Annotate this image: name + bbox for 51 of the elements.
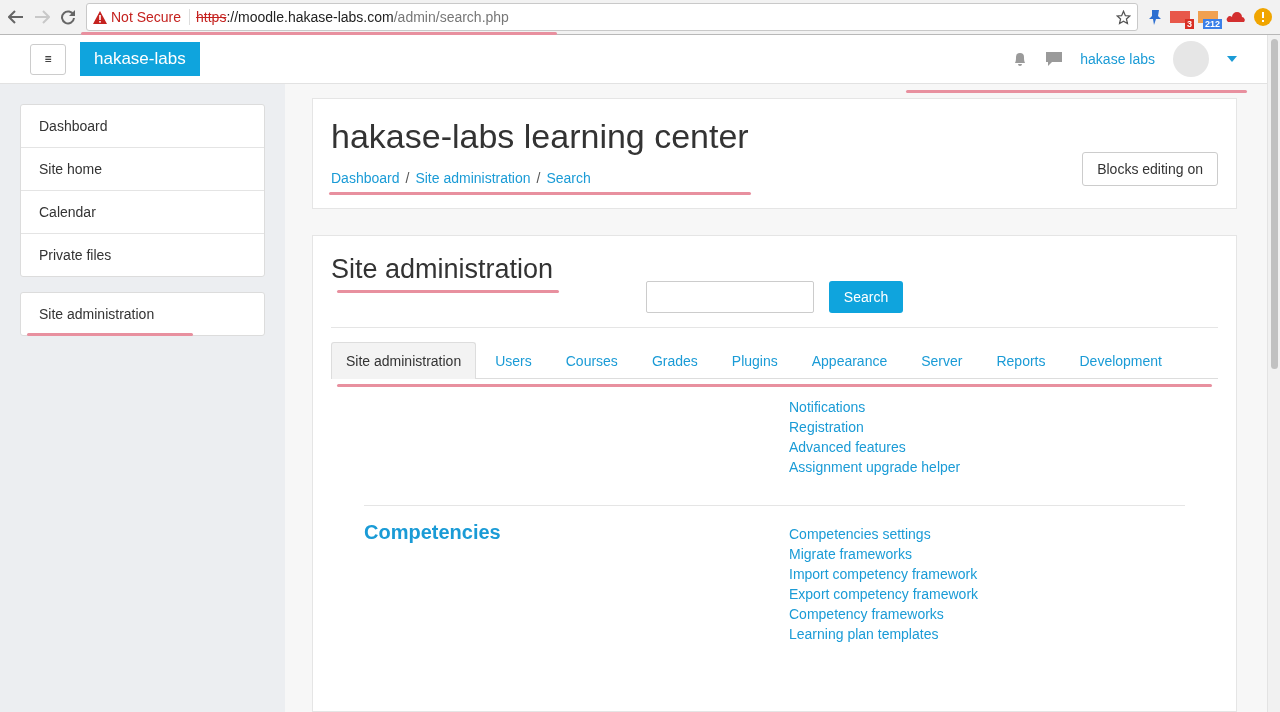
settings-link[interactable]: Registration [789, 419, 961, 435]
tab[interactable]: Users [480, 342, 547, 379]
user-name[interactable]: hakase labs [1080, 51, 1155, 67]
forward-icon[interactable] [34, 10, 50, 24]
breadcrumb-link[interactable]: Dashboard [331, 170, 400, 186]
breadcrumb-separator: / [405, 170, 410, 186]
breadcrumb-link[interactable]: Site administration [415, 170, 531, 186]
reload-icon[interactable] [60, 9, 76, 25]
chat-icon[interactable] [1046, 51, 1063, 67]
tab[interactable]: Plugins [716, 342, 793, 379]
tab[interactable]: Server [906, 342, 978, 379]
url-text: https://moodle.hakase-labs.com/admin/search.php [196, 9, 509, 25]
settings-link[interactable]: Advanced features [789, 439, 961, 455]
settings-link[interactable]: Competencies settings [789, 526, 979, 542]
category-heading[interactable]: Competencies [364, 521, 789, 544]
page-title: hakase-labs learning center [331, 117, 749, 156]
tab[interactable]: Site administration [331, 342, 477, 379]
back-icon[interactable] [8, 10, 24, 24]
sidebar-item[interactable]: Private files [21, 233, 264, 276]
sidebar-item[interactable]: Dashboard [21, 105, 264, 147]
sidebar-item[interactable]: Site home [21, 147, 264, 190]
cloud-icon[interactable] [1226, 11, 1246, 23]
search-field[interactable] [645, 281, 814, 313]
settings-link[interactable]: Export competency framework [789, 586, 979, 602]
search-button[interactable]: Search [828, 281, 904, 313]
tab[interactable]: Appearance [796, 342, 903, 379]
sidebar-item[interactable]: Calendar [21, 190, 264, 233]
tab[interactable]: Grades [636, 342, 713, 379]
breadcrumb-link[interactable]: Search [546, 170, 591, 186]
settings-link[interactable]: Migrate frameworks [789, 546, 979, 562]
site-logo[interactable]: hakase-labs [80, 42, 200, 76]
security-label: Not Secure [111, 9, 182, 25]
caret-icon[interactable] [1227, 56, 1237, 62]
blocks-editing-button[interactable]: Blocks editing on [1082, 152, 1218, 186]
alert-icon[interactable] [1254, 8, 1272, 26]
settings-link[interactable]: Learning plan templates [789, 626, 979, 642]
menu-button[interactable]: ≡ [30, 43, 66, 75]
settings-link[interactable]: Assignment upgrade helper [789, 459, 961, 475]
scrollbar[interactable] [1267, 35, 1280, 712]
settings-link[interactable]: Competency frameworks [789, 606, 979, 622]
warning-icon [93, 10, 107, 24]
pin-icon[interactable] [1148, 9, 1162, 25]
tab[interactable]: Development [1064, 342, 1177, 379]
settings-link[interactable]: Notifications [789, 399, 961, 415]
section-title: Site administration [331, 254, 554, 285]
star-icon[interactable] [1116, 9, 1131, 25]
breadcrumb-separator: / [536, 170, 541, 186]
tab[interactable]: Reports [981, 342, 1061, 379]
settings-link[interactable]: Import competency framework [789, 566, 979, 582]
tab[interactable]: Courses [550, 342, 633, 379]
sidebar-item[interactable]: Site administration [21, 293, 264, 335]
